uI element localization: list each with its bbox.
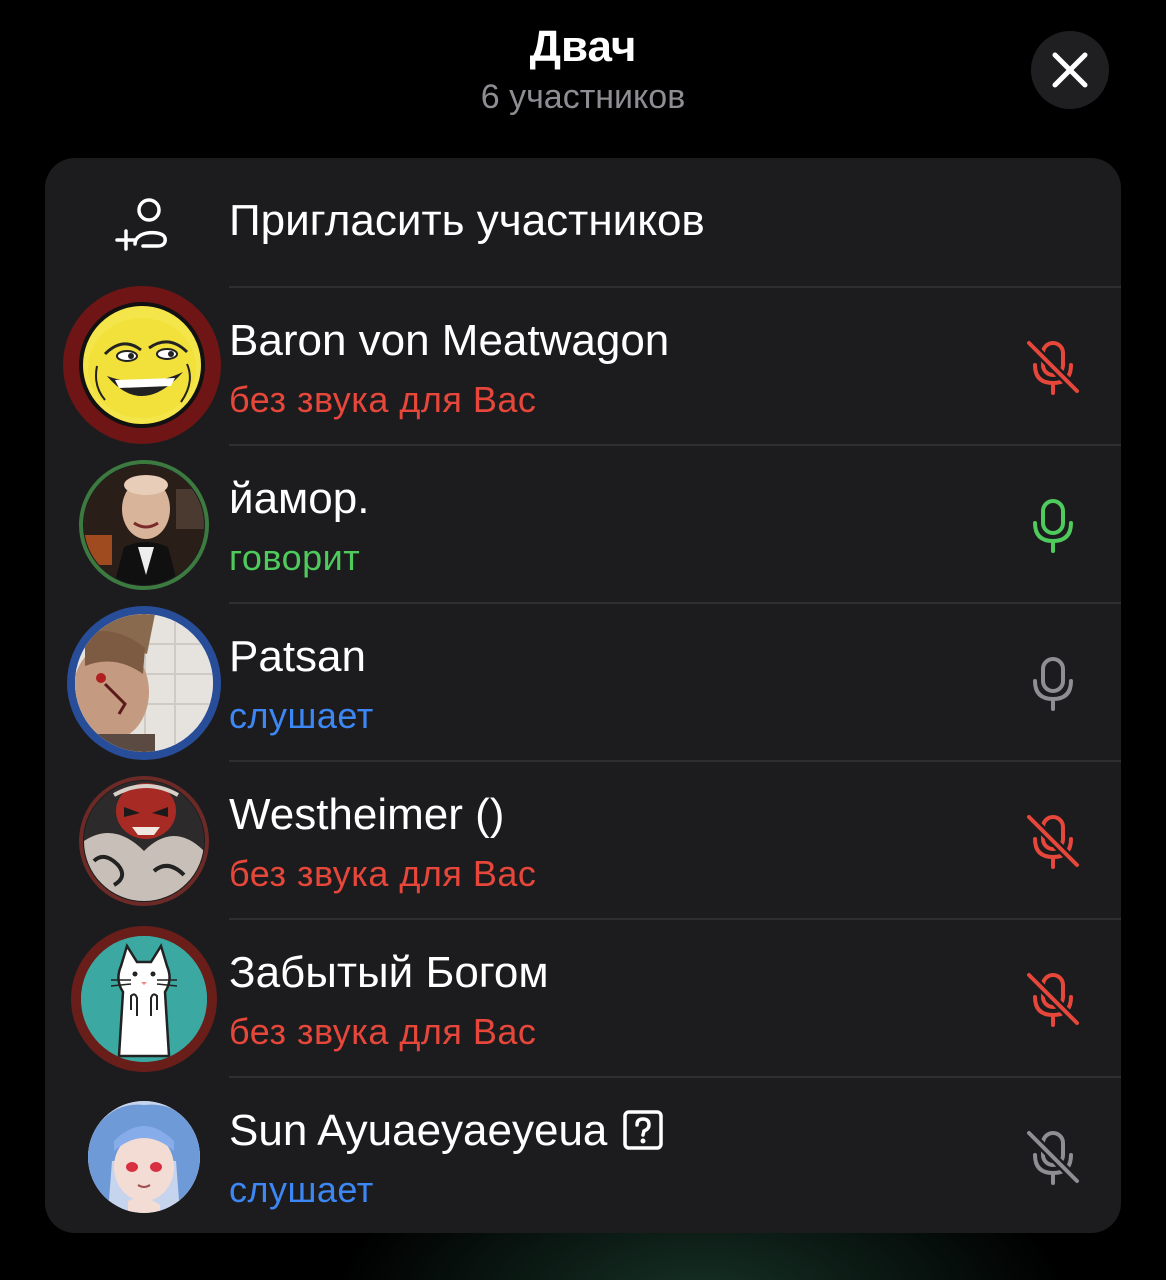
participants-panel: Пригласить участников Baron von Meatwago…	[45, 158, 1121, 1233]
avatar-container	[65, 446, 223, 604]
question-badge-icon	[623, 1110, 664, 1151]
invite-label: Пригласить участников	[229, 196, 705, 245]
participant-name: Westheimer ()	[229, 790, 505, 839]
close-icon	[1052, 52, 1088, 88]
participant-row[interactable]: Забытый Богом без звука для Вас	[45, 920, 1121, 1078]
participant-status: слушает	[229, 695, 374, 736]
participant-name: Patsan	[229, 632, 366, 681]
avatar-container	[65, 762, 223, 920]
anime-girl-icon	[88, 1101, 200, 1213]
photo-avatar	[75, 614, 213, 752]
participant-row[interactable]: Baron von Meatwagon без звука для Вас	[45, 286, 1121, 446]
mic-icon[interactable]	[1021, 651, 1085, 715]
close-button[interactable]	[1031, 31, 1109, 109]
participant-row[interactable]: Sun Ayuaeyaeyeua слушает	[45, 1078, 1121, 1233]
participant-status: без звука для Вас	[229, 853, 537, 894]
participant-status: без звука для Вас	[229, 379, 537, 420]
cat-icon	[81, 936, 207, 1062]
invite-participants-button[interactable]: Пригласить участников	[45, 158, 1121, 287]
mic-muted-icon[interactable]	[1021, 967, 1085, 1031]
person-photo-icon	[84, 465, 204, 585]
avatar-container	[65, 604, 223, 762]
avatar-container	[65, 1078, 223, 1233]
participant-status: слушает	[229, 1169, 374, 1210]
anime-avatar	[88, 1101, 200, 1213]
mask-avatar	[84, 781, 204, 901]
mic-muted-icon[interactable]	[1021, 809, 1085, 873]
add-user-icon	[115, 198, 167, 251]
participant-name-text: Sun Ayuaeyaeyeua	[229, 1106, 608, 1155]
participant-name: йамор.	[229, 474, 370, 523]
troll-face-icon	[88, 318, 196, 418]
mic-muted-icon[interactable]	[1021, 335, 1085, 399]
mic-icon[interactable]	[1021, 493, 1085, 557]
troll-face-avatar	[79, 302, 205, 428]
participant-count: 6 участников	[480, 78, 686, 116]
mic-muted-icon[interactable]	[1021, 1125, 1085, 1189]
chat-title: Двач	[529, 22, 637, 71]
participant-name: Забытый Богом	[229, 948, 549, 997]
avatar-container	[63, 286, 223, 446]
participant-status: без звука для Вас	[229, 1011, 537, 1052]
participant-status: говорит	[229, 537, 361, 578]
participant-name: Baron von Meatwagon	[229, 316, 670, 365]
mask-photo-icon	[84, 781, 204, 901]
participant-row[interactable]: Westheimer () без звука для Вас	[45, 762, 1121, 920]
photo-avatar	[84, 465, 204, 585]
participant-row[interactable]: Patsan слушает	[45, 604, 1121, 762]
participant-row[interactable]: йамор. говорит	[45, 446, 1121, 604]
person-photo-icon	[75, 614, 213, 752]
participant-name: Sun Ayuaeyaeyeua	[229, 1106, 664, 1156]
avatar-container	[65, 920, 223, 1078]
cat-avatar	[81, 936, 207, 1062]
header: Двач 6 участников	[0, 0, 1166, 140]
